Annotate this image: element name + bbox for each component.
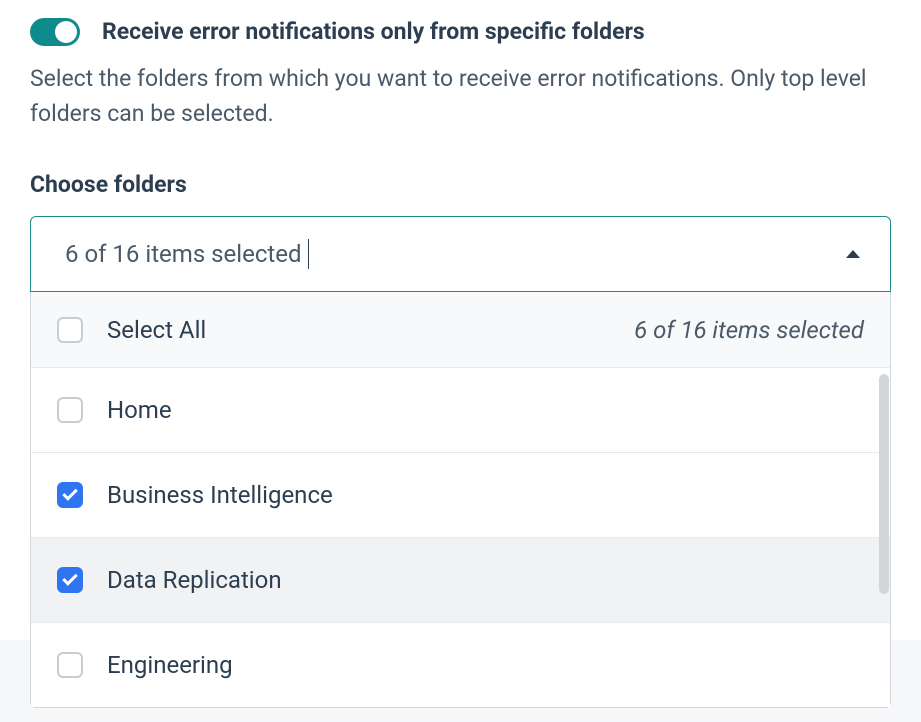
check-icon xyxy=(62,570,78,586)
folder-label: Data Replication xyxy=(107,566,282,594)
folder-label: Home xyxy=(107,396,172,424)
folder-option-home[interactable]: Home xyxy=(31,367,890,452)
select-summary: 6 of 16 items selected xyxy=(65,239,309,269)
scrollbar[interactable] xyxy=(879,374,889,594)
select-all-checkbox[interactable] xyxy=(57,317,83,343)
notifications-toggle[interactable] xyxy=(30,18,80,46)
select-all-label: Select All xyxy=(107,316,206,344)
folder-label: Business Intelligence xyxy=(107,481,333,509)
select-summary-text: 6 of 16 items selected xyxy=(65,240,302,268)
chevron-up-icon xyxy=(846,250,860,258)
toggle-label: Receive error notifications only from sp… xyxy=(102,18,645,46)
folder-checkbox-eng[interactable] xyxy=(57,652,83,678)
choose-folders-label: Choose folders xyxy=(30,171,891,198)
folders-select-control[interactable]: 6 of 16 items selected xyxy=(30,216,891,292)
folders-dropdown-panel: Select All 6 of 16 items selected Home B… xyxy=(30,292,891,708)
check-icon xyxy=(62,485,78,501)
toggle-knob xyxy=(55,21,77,43)
folder-option-engineering[interactable]: Engineering xyxy=(31,622,890,707)
folder-checkbox-dr[interactable] xyxy=(57,567,83,593)
folder-option-business-intelligence[interactable]: Business Intelligence xyxy=(31,452,890,537)
selected-count-info: 6 of 16 items selected xyxy=(634,316,864,344)
text-cursor xyxy=(308,239,309,269)
folder-option-data-replication[interactable]: Data Replication xyxy=(31,537,890,622)
toggle-row: Receive error notifications only from sp… xyxy=(30,18,891,46)
folder-label: Engineering xyxy=(107,651,233,679)
select-all-row[interactable]: Select All 6 of 16 items selected xyxy=(31,292,890,367)
folder-checkbox-bi[interactable] xyxy=(57,482,83,508)
toggle-description: Select the folders from which you want t… xyxy=(30,62,891,131)
folder-checkbox-home[interactable] xyxy=(57,397,83,423)
